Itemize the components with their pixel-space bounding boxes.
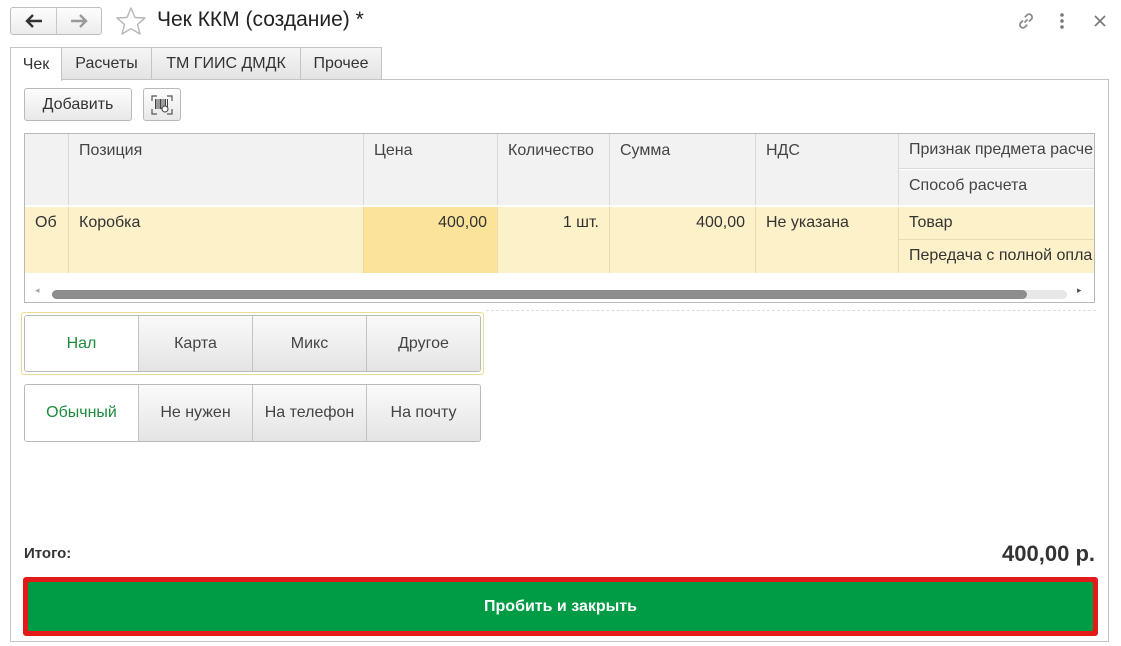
items-table: Позиция Цена Количество Сумма НДС Призна… [24,133,1095,303]
forward-arrow-icon [71,14,88,28]
more-button[interactable] [1050,9,1074,33]
column-header-code [25,134,69,205]
row-subject[interactable]: Товар [899,207,1094,240]
payment-other-button[interactable]: Другое [366,316,480,371]
row-sum[interactable]: 400,00 [610,207,756,273]
receipt-phone-button[interactable]: На телефон [252,385,366,441]
more-vertical-icon [1060,13,1064,29]
navigation-group [10,7,102,35]
payment-mix-button[interactable]: Микс [252,316,366,371]
close-button[interactable] [1088,9,1112,33]
payment-card-button[interactable]: Карта [138,316,252,371]
column-header-sum[interactable]: Сумма [610,134,756,205]
row-price[interactable]: 400,00 [364,207,498,273]
tab-payments[interactable]: Расчеты [61,47,152,80]
barcode-scan-icon [151,94,173,115]
column-header-method[interactable]: Способ расчета [899,170,1094,205]
window-title: Чек ККМ (создание) * [157,8,364,31]
receipt-regular-button[interactable]: Обычный [25,385,138,441]
close-icon [1094,15,1106,27]
column-header-price[interactable]: Цена [364,134,498,205]
scroll-right-arrow[interactable]: ▸ [1077,285,1085,297]
scroll-left-arrow[interactable]: ◂ [35,285,43,297]
horizontal-scrollbar-track[interactable] [52,290,1067,299]
column-header-vat[interactable]: НДС [756,134,899,205]
column-header-quantity[interactable]: Количество [498,134,610,205]
receipt-none-button[interactable]: Не нужен [138,385,252,441]
payment-type-selector: Нал Карта Микс Другое [24,315,481,372]
total-value: 400,00 р. [1002,541,1095,566]
receipt-email-button[interactable]: На почту [366,385,480,441]
column-header-position[interactable]: Позиция [69,134,364,205]
row-position[interactable]: Коробка [69,207,364,273]
back-arrow-icon [24,14,42,28]
row-quantity[interactable]: 1 шт. [498,207,610,273]
favorite-star-icon [116,7,146,35]
add-button[interactable]: Добавить [24,88,132,121]
submit-highlight: Пробить и закрыть [23,577,1098,636]
favorite-star-button[interactable] [115,6,147,36]
tab-other[interactable]: Прочее [300,47,382,80]
tab-check[interactable]: Чек [10,47,62,81]
row-method[interactable]: Передача с полной опла [899,240,1094,273]
link-button[interactable] [1014,9,1038,33]
receipt-type-selector: Обычный Не нужен На телефон На почту [24,384,481,442]
row-code[interactable]: Об [25,207,69,273]
row-vat[interactable]: Не указана [756,207,899,273]
tab-tm-giis-dmdk[interactable]: ТМ ГИИС ДМДК [151,47,301,80]
submit-close-button[interactable]: Пробить и закрыть [28,582,1093,631]
link-icon [1019,13,1033,29]
column-header-subject[interactable]: Признак предмета расче [899,134,1094,169]
total-label: Итого: [24,545,72,562]
barcode-button[interactable] [143,88,181,121]
payment-cash-button[interactable]: Нал [25,316,138,371]
forward-button[interactable] [56,8,101,34]
divider [486,310,1096,311]
back-button[interactable] [11,8,56,34]
horizontal-scrollbar-thumb[interactable] [52,290,1027,299]
